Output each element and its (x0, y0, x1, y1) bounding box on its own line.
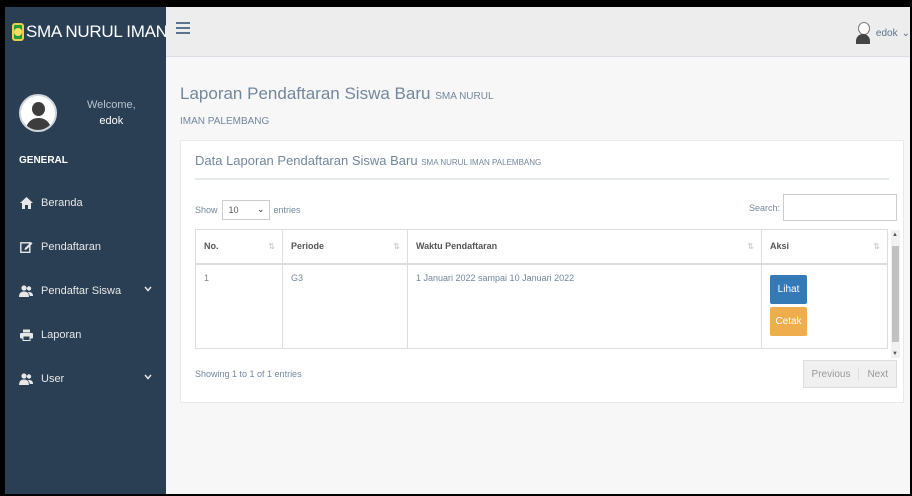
report-panel: Data Laporan Pendaftaran Siswa Baru SMA … (180, 140, 904, 403)
welcome-text: Welcome, (87, 99, 136, 111)
panel-title: Data Laporan Pendaftaran Siswa Baru SMA … (195, 153, 541, 168)
column-header-periode[interactable]: Periode ⇅ (282, 229, 408, 265)
column-header-no[interactable]: No. ⇅ (195, 229, 283, 265)
page-title-school-line2: IMAN PALEMBANG (180, 116, 270, 127)
table-container: No. ⇅ Periode ⇅ Waktu Pendaftaran ⇅ Aksi… (195, 229, 888, 358)
sort-icon: ⇅ (268, 242, 275, 251)
edit-icon (19, 241, 33, 253)
sidebar-item-label: Pendaftaran (41, 241, 101, 253)
sort-icon: ⇅ (873, 242, 880, 251)
sidebar-section-title: GENERAL (19, 155, 68, 166)
show-label: Show (195, 205, 218, 215)
sidebar-item-beranda[interactable]: Beranda (5, 181, 166, 225)
app-window: SMA NURUL IMAN Welcome, edok GENERAL Ber… (5, 7, 910, 494)
sidebar-item-laporan[interactable]: Laporan (5, 313, 166, 357)
topbar: edok ⌄ (166, 7, 910, 57)
topbar-username: edok (875, 27, 898, 39)
avatar (19, 94, 57, 132)
page-title-school: SMA NURUL (435, 91, 494, 102)
lihat-button[interactable]: Lihat (770, 274, 807, 304)
menu-toggle-icon[interactable] (176, 22, 190, 34)
page-length-value: 10 (228, 205, 239, 215)
print-icon (19, 329, 33, 341)
panel-title-main: Data Laporan Pendaftaran Siswa Baru (195, 153, 418, 168)
table-header-row: No. ⇅ Periode ⇅ Waktu Pendaftaran ⇅ Aksi… (195, 229, 888, 265)
table-search: Search: (749, 194, 897, 221)
sidebar-item-pendaftar-siswa[interactable]: Pendaftar Siswa (5, 269, 166, 313)
user-avatar-icon (855, 22, 871, 44)
chevron-down-icon: ⌄ (901, 27, 910, 39)
users-icon (19, 373, 33, 385)
scrollbar-thumb[interactable] (892, 246, 899, 342)
column-header-aksi[interactable]: Aksi ⇅ (761, 229, 888, 265)
column-header-label: Aksi (770, 241, 790, 252)
sidebar-item-label: User (41, 373, 65, 385)
column-header-label: No. (204, 241, 219, 252)
scroll-up-icon[interactable]: ▲ (892, 232, 898, 238)
sidebar-item-pendaftaran[interactable]: Pendaftaran (5, 225, 166, 269)
previous-button[interactable]: Previous (804, 361, 859, 387)
profile-username: edok (99, 115, 124, 127)
page-length-select[interactable]: 10 ⌄ (221, 200, 270, 220)
sidebar-item-label: Beranda (41, 197, 83, 209)
table-info: Showing 1 to 1 of 1 entries (195, 369, 302, 379)
cell-periode: G3 (282, 263, 408, 349)
entries-length-control: Show 10 ⌄ entries (195, 200, 301, 220)
panel-title-school: SMA NURUL IMAN PALEMBANG (421, 158, 542, 167)
search-input[interactable] (783, 194, 897, 221)
chevron-down-icon: ⌄ (256, 204, 265, 214)
brand-name: SMA NURUL IMAN (26, 22, 168, 41)
sidebar-item-user[interactable]: User (5, 357, 166, 401)
table-scrollbar[interactable]: ▲ ▼ (891, 230, 900, 358)
next-button[interactable]: Next (859, 361, 896, 387)
cell-aksi: Lihat Cetak (761, 263, 888, 349)
search-label: Search: (748, 202, 780, 213)
entries-label: entries (273, 205, 301, 215)
divider (195, 178, 889, 180)
profile-text: Welcome, edok (87, 97, 136, 129)
table-row: 1 G3 1 Januari 2022 sampai 10 Januari 20… (195, 263, 888, 349)
sidebar: SMA NURUL IMAN Welcome, edok GENERAL Ber… (5, 7, 168, 494)
sidebar-item-label: Pendaftar Siswa (41, 285, 122, 297)
cetak-button[interactable]: Cetak (770, 306, 807, 336)
user-menu[interactable]: edok ⌄ (855, 22, 910, 44)
users-icon (19, 285, 33, 297)
home-icon (19, 197, 33, 209)
column-header-waktu[interactable]: Waktu Pendaftaran ⇅ (407, 229, 762, 265)
chevron-down-icon (144, 284, 152, 295)
school-logo-icon (12, 23, 24, 41)
sidebar-item-label: Laporan (41, 329, 82, 341)
report-table: No. ⇅ Periode ⇅ Waktu Pendaftaran ⇅ Aksi… (195, 229, 888, 349)
brand[interactable]: SMA NURUL IMAN (5, 7, 168, 57)
cell-waktu: 1 Januari 2022 sampai 10 Januari 2022 (407, 263, 762, 349)
page-title: Laporan Pendaftaran Siswa Baru SMA NURUL… (180, 83, 520, 133)
sort-icon: ⇅ (747, 242, 754, 251)
page-title-main: Laporan Pendaftaran Siswa Baru (180, 84, 431, 103)
profile: Welcome, edok (5, 57, 166, 147)
pagination: Previous Next (802, 360, 897, 388)
column-header-label: Periode (291, 241, 325, 252)
column-header-label: Waktu Pendaftaran (416, 241, 498, 252)
cell-no: 1 (195, 263, 283, 349)
chevron-down-icon (144, 372, 152, 383)
scroll-down-icon[interactable]: ▼ (892, 351, 898, 357)
sort-icon: ⇅ (393, 242, 400, 251)
